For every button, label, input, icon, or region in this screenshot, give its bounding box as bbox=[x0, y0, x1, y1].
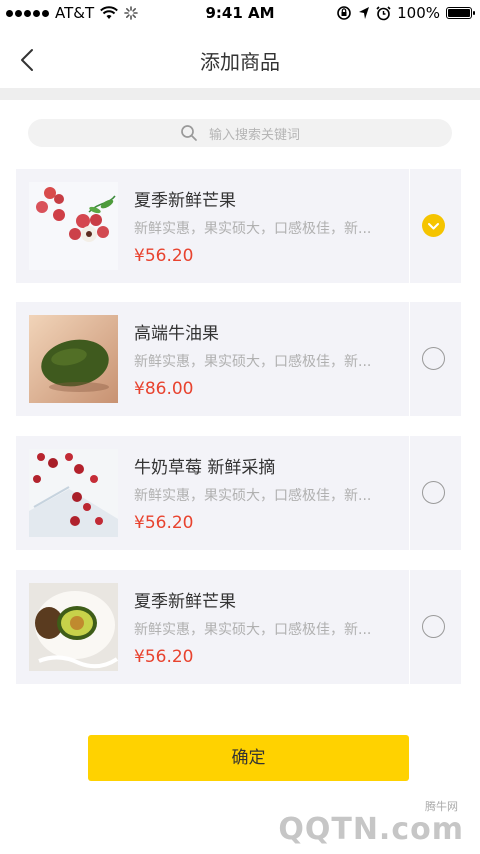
product-card[interactable]: 夏季新鲜芒果 新鲜实惠，果实硕大，口感极佳，新... ¥56.20 bbox=[16, 570, 461, 684]
search-icon bbox=[181, 125, 197, 141]
battery-percent: 100% bbox=[397, 4, 440, 22]
card-divider bbox=[409, 169, 410, 283]
product-price: ¥56.20 bbox=[134, 513, 194, 533]
product-title: 夏季新鲜芒果 bbox=[134, 592, 236, 612]
cranberries-photo bbox=[29, 449, 118, 537]
product-price: ¥86.00 bbox=[134, 379, 194, 399]
product-desc: 新鲜实惠，果实硕大，口感极佳，新... bbox=[134, 488, 372, 504]
alarm-icon bbox=[376, 5, 391, 20]
product-price: ¥56.20 bbox=[134, 246, 194, 266]
card-divider bbox=[409, 570, 410, 684]
select-radio-checked[interactable] bbox=[422, 214, 445, 237]
select-radio[interactable] bbox=[422, 615, 445, 638]
status-bar: AT&T 9:41 AM 100% bbox=[0, 0, 480, 26]
product-card[interactable]: 牛奶草莓 新鲜采摘 新鲜实惠，果实硕大，口感极佳，新... ¥56.20 bbox=[16, 436, 461, 550]
product-card[interactable]: 夏季新鲜芒果 新鲜实惠，果实硕大，口感极佳，新... ¥56.20 bbox=[16, 169, 461, 283]
watermark-logo: QQTN.com bbox=[278, 812, 464, 847]
card-divider bbox=[409, 302, 410, 416]
product-desc: 新鲜实惠，果实硕大，口感极佳，新... bbox=[134, 354, 372, 370]
product-price: ¥56.20 bbox=[134, 647, 194, 667]
search-placeholder: 输入搜索关键词 bbox=[209, 128, 301, 143]
location-icon bbox=[359, 7, 370, 19]
search-input[interactable]: 输入搜索关键词 bbox=[28, 119, 452, 147]
select-radio[interactable] bbox=[422, 347, 445, 370]
product-desc: 新鲜实惠，果实硕大，口感极佳，新... bbox=[134, 221, 372, 237]
watermark: 腾牛网 QQTN.com bbox=[254, 798, 464, 850]
product-title: 夏季新鲜芒果 bbox=[134, 191, 236, 211]
avocado-photo bbox=[29, 315, 118, 403]
status-right: 100% bbox=[336, 4, 475, 22]
card-divider bbox=[409, 436, 410, 550]
product-title: 高端牛油果 bbox=[134, 324, 219, 344]
select-radio[interactable] bbox=[422, 481, 445, 504]
confirm-button[interactable]: 确定 bbox=[88, 735, 409, 781]
rotation-lock-icon bbox=[337, 6, 351, 20]
page-title: 添加商品 bbox=[200, 50, 280, 74]
battery-icon bbox=[446, 7, 475, 19]
nav-bar: 添加商品 bbox=[0, 36, 480, 84]
kiwi-avocado-splash-photo bbox=[29, 583, 118, 671]
product-desc: 新鲜实惠，果实硕大，口感极佳，新... bbox=[134, 622, 372, 638]
lychee-photo bbox=[29, 182, 118, 270]
section-divider bbox=[0, 88, 480, 100]
product-title: 牛奶草莓 新鲜采摘 bbox=[134, 458, 276, 478]
product-card[interactable]: 高端牛油果 新鲜实惠，果实硕大，口感极佳，新... ¥86.00 bbox=[16, 302, 461, 416]
checkmark-icon bbox=[428, 223, 439, 230]
